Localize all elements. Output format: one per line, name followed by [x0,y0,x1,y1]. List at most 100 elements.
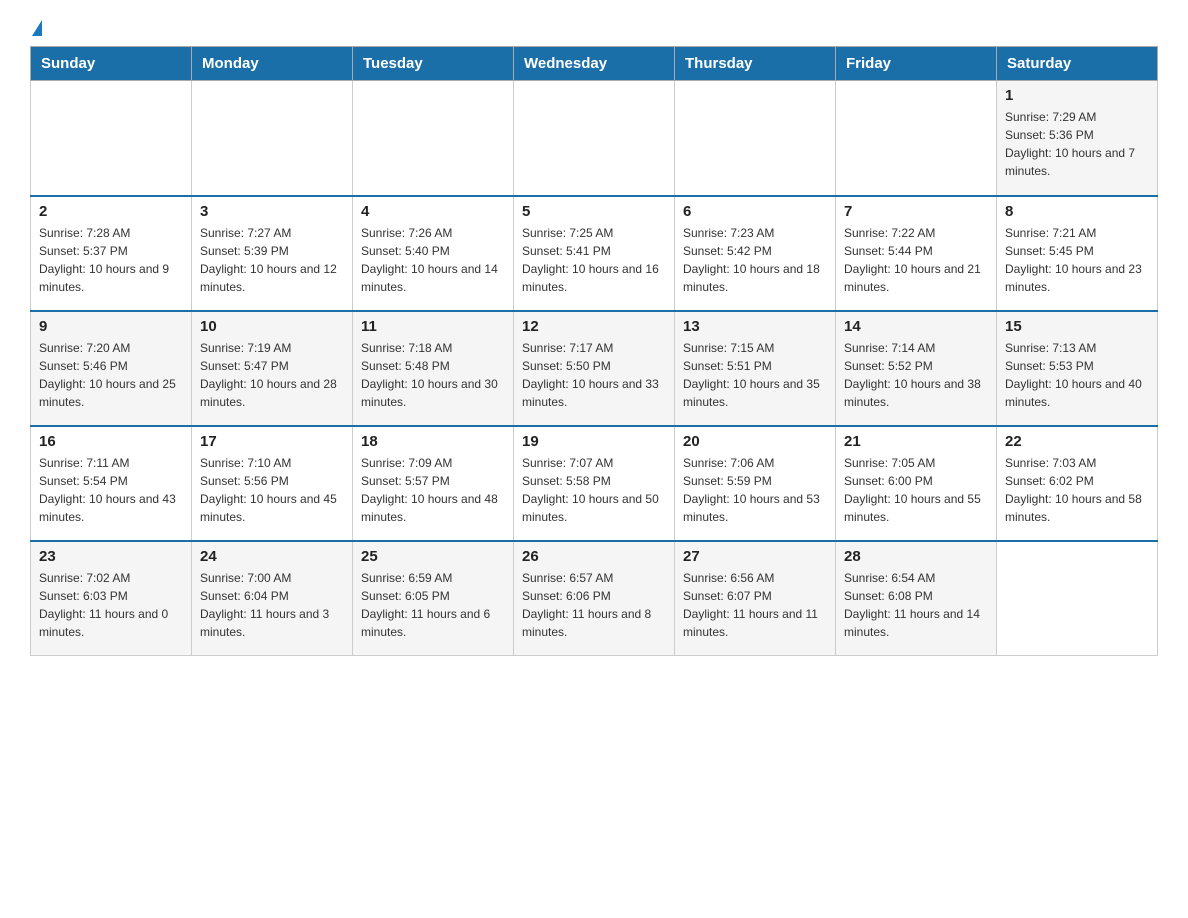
day-number: 21 [844,433,988,450]
day-number: 8 [1005,203,1149,220]
day-number: 18 [361,433,505,450]
day-number: 11 [361,318,505,335]
calendar-week-row: 16 Sunrise: 7:11 AMSunset: 5:54 PMDayligh… [31,426,1158,541]
day-number: 17 [200,433,344,450]
day-info: Sunrise: 7:11 AMSunset: 5:54 PMDaylight:… [39,454,183,526]
day-number: 4 [361,203,505,220]
day-info: Sunrise: 7:00 AMSunset: 6:04 PMDaylight:… [200,569,344,641]
column-header-thursday: Thursday [675,47,836,81]
day-info: Sunrise: 6:59 AMSunset: 6:05 PMDaylight:… [361,569,505,641]
calendar-cell: 28 Sunrise: 6:54 AMSunset: 6:08 PMDayligh… [836,541,997,656]
column-header-tuesday: Tuesday [353,47,514,81]
day-info: Sunrise: 7:28 AMSunset: 5:37 PMDaylight:… [39,224,183,296]
column-header-monday: Monday [192,47,353,81]
day-number: 10 [200,318,344,335]
calendar-cell: 13 Sunrise: 7:15 AMSunset: 5:51 PMDayligh… [675,311,836,426]
calendar-cell: 26 Sunrise: 6:57 AMSunset: 6:06 PMDayligh… [514,541,675,656]
day-number: 7 [844,203,988,220]
day-number: 27 [683,548,827,565]
column-header-saturday: Saturday [997,47,1158,81]
day-info: Sunrise: 7:27 AMSunset: 5:39 PMDaylight:… [200,224,344,296]
logo [30,20,42,36]
day-number: 15 [1005,318,1149,335]
calendar-cell: 12 Sunrise: 7:17 AMSunset: 5:50 PMDayligh… [514,311,675,426]
day-number: 1 [1005,87,1149,104]
day-info: Sunrise: 7:09 AMSunset: 5:57 PMDaylight:… [361,454,505,526]
calendar-cell: 15 Sunrise: 7:13 AMSunset: 5:53 PMDayligh… [997,311,1158,426]
day-number: 26 [522,548,666,565]
day-info: Sunrise: 7:21 AMSunset: 5:45 PMDaylight:… [1005,224,1149,296]
day-info: Sunrise: 7:22 AMSunset: 5:44 PMDaylight:… [844,224,988,296]
calendar-cell: 3 Sunrise: 7:27 AMSunset: 5:39 PMDaylight… [192,196,353,311]
day-info: Sunrise: 7:15 AMSunset: 5:51 PMDaylight:… [683,339,827,411]
day-number: 2 [39,203,183,220]
day-info: Sunrise: 6:56 AMSunset: 6:07 PMDaylight:… [683,569,827,641]
day-number: 9 [39,318,183,335]
column-header-friday: Friday [836,47,997,81]
calendar-cell: 7 Sunrise: 7:22 AMSunset: 5:44 PMDaylight… [836,196,997,311]
calendar-week-row: 1 Sunrise: 7:29 AMSunset: 5:36 PMDaylight… [31,81,1158,196]
calendar-week-row: 2 Sunrise: 7:28 AMSunset: 5:37 PMDaylight… [31,196,1158,311]
day-info: Sunrise: 7:03 AMSunset: 6:02 PMDaylight:… [1005,454,1149,526]
calendar-cell [192,81,353,196]
day-info: Sunrise: 6:54 AMSunset: 6:08 PMDaylight:… [844,569,988,641]
calendar-cell: 20Sunrise: 7:06 AMSunset: 5:59 PMDayligh… [675,426,836,541]
day-number: 13 [683,318,827,335]
day-number: 3 [200,203,344,220]
day-info: Sunrise: 7:07 AMSunset: 5:58 PMDaylight:… [522,454,666,526]
calendar-cell: 14Sunrise: 7:14 AMSunset: 5:52 PMDayligh… [836,311,997,426]
day-number: 25 [361,548,505,565]
calendar-cell: 6 Sunrise: 7:23 AMSunset: 5:42 PMDaylight… [675,196,836,311]
calendar-cell: 25 Sunrise: 6:59 AMSunset: 6:05 PMDayligh… [353,541,514,656]
calendar-cell: 16 Sunrise: 7:11 AMSunset: 5:54 PMDayligh… [31,426,192,541]
day-info: Sunrise: 7:10 AMSunset: 5:56 PMDaylight:… [200,454,344,526]
calendar-week-row: 9Sunrise: 7:20 AMSunset: 5:46 PMDaylight… [31,311,1158,426]
day-number: 12 [522,318,666,335]
calendar-cell: 27 Sunrise: 6:56 AMSunset: 6:07 PMDayligh… [675,541,836,656]
day-info: Sunrise: 7:23 AMSunset: 5:42 PMDaylight:… [683,224,827,296]
day-info: Sunrise: 6:57 AMSunset: 6:06 PMDaylight:… [522,569,666,641]
calendar-week-row: 23Sunrise: 7:02 AMSunset: 6:03 PMDayligh… [31,541,1158,656]
day-number: 6 [683,203,827,220]
page-header [30,20,1158,36]
calendar-cell [836,81,997,196]
calendar-cell [353,81,514,196]
calendar-cell: 5 Sunrise: 7:25 AMSunset: 5:41 PMDaylight… [514,196,675,311]
calendar-cell: 1 Sunrise: 7:29 AMSunset: 5:36 PMDaylight… [997,81,1158,196]
day-info: Sunrise: 7:17 AMSunset: 5:50 PMDaylight:… [522,339,666,411]
calendar-cell [675,81,836,196]
day-info: Sunrise: 7:14 AMSunset: 5:52 PMDaylight:… [844,339,988,411]
calendar-cell [514,81,675,196]
calendar-cell: 18 Sunrise: 7:09 AMSunset: 5:57 PMDayligh… [353,426,514,541]
calendar-cell: 4Sunrise: 7:26 AMSunset: 5:40 PMDaylight… [353,196,514,311]
calendar-header-row: SundayMondayTuesdayWednesdayThursdayFrid… [31,47,1158,81]
day-info: Sunrise: 7:25 AMSunset: 5:41 PMDaylight:… [522,224,666,296]
calendar-cell: 2 Sunrise: 7:28 AMSunset: 5:37 PMDaylight… [31,196,192,311]
calendar-cell: 17 Sunrise: 7:10 AMSunset: 5:56 PMDayligh… [192,426,353,541]
calendar-cell: 10 Sunrise: 7:19 AMSunset: 5:47 PMDayligh… [192,311,353,426]
calendar-cell: 8 Sunrise: 7:21 AMSunset: 5:45 PMDaylight… [997,196,1158,311]
calendar-table: SundayMondayTuesdayWednesdayThursdayFrid… [30,46,1158,656]
day-number: 5 [522,203,666,220]
day-info: Sunrise: 7:06 AMSunset: 5:59 PMDaylight:… [683,454,827,526]
day-info: Sunrise: 7:13 AMSunset: 5:53 PMDaylight:… [1005,339,1149,411]
calendar-cell: 23Sunrise: 7:02 AMSunset: 6:03 PMDayligh… [31,541,192,656]
day-info: Sunrise: 7:29 AMSunset: 5:36 PMDaylight:… [1005,108,1149,180]
logo-triangle-icon [32,20,42,36]
calendar-cell: 19Sunrise: 7:07 AMSunset: 5:58 PMDayligh… [514,426,675,541]
day-number: 22 [1005,433,1149,450]
calendar-cell [31,81,192,196]
calendar-cell: 24Sunrise: 7:00 AMSunset: 6:04 PMDayligh… [192,541,353,656]
calendar-cell: 22 Sunrise: 7:03 AMSunset: 6:02 PMDayligh… [997,426,1158,541]
calendar-cell: 11 Sunrise: 7:18 AMSunset: 5:48 PMDayligh… [353,311,514,426]
calendar-cell: 9Sunrise: 7:20 AMSunset: 5:46 PMDaylight… [31,311,192,426]
day-number: 28 [844,548,988,565]
calendar-cell [997,541,1158,656]
day-info: Sunrise: 7:19 AMSunset: 5:47 PMDaylight:… [200,339,344,411]
column-header-sunday: Sunday [31,47,192,81]
column-header-wednesday: Wednesday [514,47,675,81]
day-info: Sunrise: 7:02 AMSunset: 6:03 PMDaylight:… [39,569,183,641]
day-info: Sunrise: 7:18 AMSunset: 5:48 PMDaylight:… [361,339,505,411]
calendar-cell: 21Sunrise: 7:05 AMSunset: 6:00 PMDayligh… [836,426,997,541]
day-number: 16 [39,433,183,450]
